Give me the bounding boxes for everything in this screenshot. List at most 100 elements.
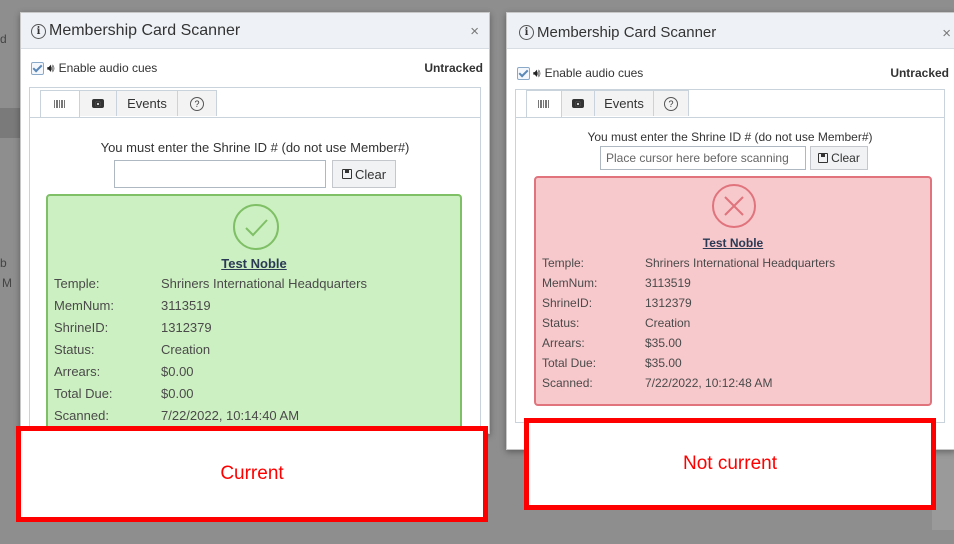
tab-bar: Events ? bbox=[40, 90, 217, 117]
audio-cues-checkbox[interactable] bbox=[31, 61, 44, 75]
field-label: Arrears: bbox=[542, 336, 585, 350]
background-text: b bbox=[0, 256, 7, 270]
clear-button-label: Clear bbox=[831, 151, 860, 165]
member-field-row: MemNum: 3113519 bbox=[54, 298, 454, 318]
info-icon: i bbox=[519, 25, 534, 40]
audio-cues-row: 🔊︎ Enable audio cues Untracked bbox=[517, 64, 954, 82]
clear-button[interactable]: Clear bbox=[810, 146, 868, 170]
tab-panel: Events ? You must enter the Shrine ID # … bbox=[515, 89, 945, 423]
dialog-title: i Membership Card Scanner bbox=[31, 22, 240, 40]
tab-help[interactable]: ? bbox=[653, 90, 689, 116]
member-field-row: Arrears: $0.00 bbox=[54, 364, 454, 384]
field-value: Creation bbox=[161, 342, 211, 357]
field-value: Creation bbox=[645, 316, 691, 330]
member-status-card: Test Noble Temple: Shriners Internationa… bbox=[46, 194, 462, 434]
field-value: 1312379 bbox=[645, 296, 692, 310]
scanner-dialog-left: i Membership Card Scanner × 🔊︎ Enable au… bbox=[20, 12, 490, 434]
close-icon[interactable]: × bbox=[470, 23, 479, 40]
member-field-row: Status: Creation bbox=[54, 342, 454, 362]
field-value: 3113519 bbox=[161, 298, 211, 313]
field-label: Status: bbox=[54, 342, 95, 357]
dialog-titlebar[interactable]: i Membership Card Scanner × bbox=[507, 13, 954, 49]
field-value: $35.00 bbox=[645, 336, 682, 350]
tab-bar: Events ? bbox=[526, 90, 689, 117]
info-icon: i bbox=[31, 23, 46, 39]
speaker-icon: 🔊︎ bbox=[533, 65, 541, 80]
field-label: ShrineID: bbox=[542, 296, 593, 310]
field-label: Scanned: bbox=[542, 376, 593, 390]
member-field-row: Arrears: $35.00 bbox=[542, 336, 928, 356]
field-value: $0.00 bbox=[161, 364, 194, 379]
tab-barcode[interactable] bbox=[526, 90, 562, 117]
shrine-id-input[interactable] bbox=[114, 160, 326, 188]
dialog-title-text: Membership Card Scanner bbox=[537, 24, 717, 41]
tab-help[interactable]: ? bbox=[177, 90, 217, 116]
field-value: 3113519 bbox=[645, 276, 691, 290]
barcode-icon bbox=[538, 100, 550, 108]
member-field-row: ShrineID: 1312379 bbox=[542, 296, 928, 316]
member-field-row: Total Due: $0.00 bbox=[54, 386, 454, 406]
field-label: Arrears: bbox=[54, 364, 101, 379]
tab-events[interactable]: Events bbox=[594, 90, 654, 116]
floppy-icon bbox=[818, 153, 829, 163]
instruction-text: You must enter the Shrine ID # (do not u… bbox=[100, 140, 410, 155]
audio-cues-row: 🔊︎ Enable audio cues Untracked bbox=[31, 59, 489, 77]
background-text: M bbox=[2, 276, 12, 290]
clear-button[interactable]: Clear bbox=[332, 160, 396, 188]
dialog-titlebar[interactable]: i Membership Card Scanner × bbox=[21, 13, 489, 49]
camera-icon bbox=[572, 99, 584, 108]
field-value: Shriners International Headquarters bbox=[645, 256, 836, 270]
tab-camera[interactable] bbox=[561, 90, 595, 116]
callout-current: Current bbox=[16, 426, 488, 522]
field-label: Temple: bbox=[54, 276, 100, 291]
dialog-title: i Membership Card Scanner bbox=[519, 24, 716, 41]
member-field-row: ShrineID: 1312379 bbox=[54, 320, 454, 340]
clear-button-label: Clear bbox=[354, 166, 387, 182]
instruction-text: You must enter the Shrine ID # (do not u… bbox=[587, 130, 873, 144]
member-field-row: Status: Creation bbox=[542, 316, 928, 336]
field-value: 1312379 bbox=[161, 320, 212, 335]
audio-cues-checkbox[interactable] bbox=[517, 66, 530, 80]
field-value: Shriners International Headquarters bbox=[161, 276, 367, 291]
field-value: $35.00 bbox=[645, 356, 682, 370]
scanner-dialog-right: i Membership Card Scanner × 🔊︎ Enable au… bbox=[506, 12, 954, 450]
field-label: ShrineID: bbox=[54, 320, 109, 335]
field-label: Temple: bbox=[542, 256, 585, 270]
tab-barcode[interactable] bbox=[40, 90, 80, 117]
member-name-link[interactable]: Test Noble bbox=[536, 236, 930, 250]
field-value: 7/22/2022, 10:12:48 AM bbox=[645, 376, 773, 390]
dialog-title-text: Membership Card Scanner bbox=[49, 22, 241, 39]
help-icon: ? bbox=[190, 96, 204, 111]
barcode-icon bbox=[54, 100, 66, 108]
member-name-link[interactable]: Test Noble bbox=[48, 256, 460, 271]
audio-cues-label: Enable audio cues bbox=[58, 61, 158, 75]
speaker-icon: 🔊︎ bbox=[47, 60, 55, 75]
field-label: MemNum: bbox=[542, 276, 598, 290]
camera-icon bbox=[92, 99, 104, 108]
field-label: MemNum: bbox=[54, 298, 114, 313]
field-label: Scanned: bbox=[54, 408, 109, 423]
member-status-card: Test Noble Temple: Shriners Internationa… bbox=[534, 176, 932, 406]
member-field-row: MemNum: 3113519 bbox=[542, 276, 928, 296]
field-label: Status: bbox=[542, 316, 580, 330]
field-value: 7/22/2022, 10:14:40 AM bbox=[161, 408, 300, 423]
tab-events[interactable]: Events bbox=[116, 90, 178, 116]
check-circle-icon bbox=[233, 204, 279, 250]
tracking-status: Untracked bbox=[424, 61, 483, 75]
audio-cues-label: Enable audio cues bbox=[544, 66, 644, 80]
close-icon[interactable]: × bbox=[942, 25, 951, 42]
field-value: $0.00 bbox=[161, 386, 194, 401]
callout-not-current: Not current bbox=[524, 418, 936, 510]
floppy-icon bbox=[341, 169, 352, 179]
shrine-id-input[interactable] bbox=[600, 146, 806, 170]
member-field-row: Temple: Shriners International Headquart… bbox=[542, 256, 928, 276]
member-field-row: Total Due: $35.00 bbox=[542, 356, 928, 376]
field-label: Total Due: bbox=[542, 356, 597, 370]
background-text: d bbox=[0, 32, 7, 46]
tab-camera[interactable] bbox=[79, 90, 117, 116]
member-field-row: Scanned: 7/22/2022, 10:14:40 AM bbox=[54, 408, 454, 428]
help-icon: ? bbox=[664, 96, 678, 111]
member-field-row: Temple: Shriners International Headquart… bbox=[54, 276, 454, 296]
x-circle-icon bbox=[712, 184, 756, 228]
tracking-status: Untracked bbox=[890, 66, 949, 80]
